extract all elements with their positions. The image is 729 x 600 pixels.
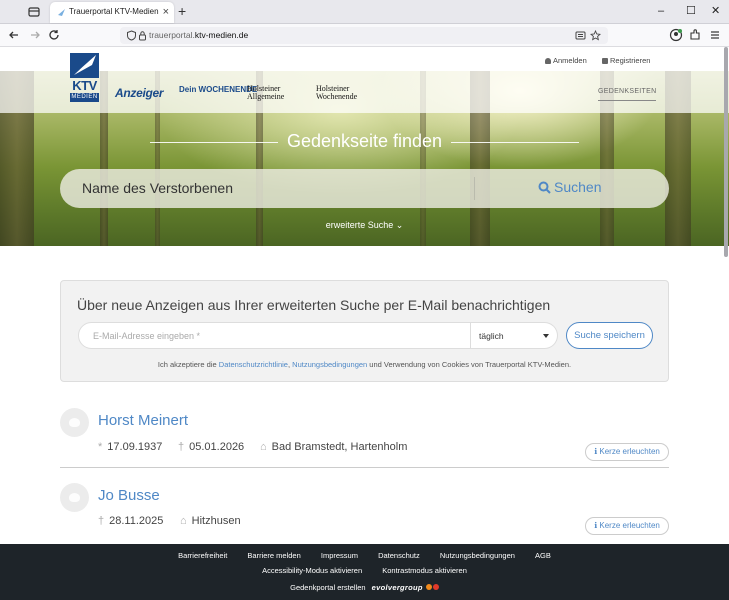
death-date: † 28.11.2025 [98, 515, 164, 527]
home-icon: ⌂ [180, 515, 187, 527]
footer: Barrierefreiheit Barriere melden Impress… [0, 544, 729, 600]
email-field[interactable]: E-Mail-Adresse eingeben * [78, 322, 471, 349]
paper-logo-anzeiger[interactable]: Anzeiger [115, 86, 164, 100]
nav-gedenkseiten[interactable]: GEDENKSEITEN [598, 88, 657, 101]
favicon-icon [58, 9, 65, 16]
page: Anmelden Registrieren KTV MEDIEN Anzeige… [0, 47, 729, 600]
light-candle-button[interactable]: ℹ Kerze erleuchten [585, 443, 669, 461]
footer-link-barrierefreiheit[interactable]: Barrierefreiheit [178, 551, 227, 560]
topbar: Anmelden Registrieren [0, 47, 729, 71]
avatar[interactable] [60, 408, 89, 437]
birth-date: * 17.09.1937 [98, 441, 163, 453]
name-search-bar[interactable]: Name des Verstorbenen Suchen [60, 169, 669, 208]
footer-link-agb[interactable]: AGB [535, 551, 551, 560]
frequency-select[interactable]: täglich [471, 322, 558, 349]
footer-link-nutzungsbedingungen[interactable]: Nutzungsbedingungen [440, 551, 515, 560]
reload-icon[interactable] [47, 28, 61, 42]
place: ⌂ Hitzhusen [180, 515, 241, 527]
browser-tab[interactable]: Trauerportal KTV-Medien × [50, 2, 174, 23]
footer-credit: Gedenkportal erstellen evolvergroup [0, 583, 729, 592]
result-name[interactable]: Horst Meinert [98, 412, 188, 429]
new-tab-icon[interactable]: + [178, 3, 186, 19]
email-alert-box: Über neue Anzeigen aus Ihrer erweiterten… [60, 280, 669, 382]
browser-navbar: trauerportal.ktv-medien.de [0, 24, 729, 47]
search-button[interactable]: Suchen [538, 179, 601, 199]
forward-icon[interactable] [28, 28, 42, 42]
cross-icon: † [178, 441, 185, 453]
paper-logo-holsteiner-allgemeine[interactable]: Holsteiner Allgemeine [247, 85, 305, 101]
register-link[interactable]: Registrieren [602, 56, 650, 65]
save-search-button[interactable]: Suche speichern [566, 322, 653, 349]
reader-icon[interactable] [575, 30, 586, 41]
consent-text: Ich akzeptiere die Datenschutzrichtlinie… [157, 360, 572, 369]
alert-title: Über neue Anzeigen aus Ihrer erweiterten… [77, 297, 551, 313]
light-candle-button[interactable]: ℹ Kerze erleuchten [585, 517, 669, 535]
tab-title: Trauerportal KTV-Medien [69, 7, 159, 16]
ktv-logo[interactable]: KTV MEDIEN [70, 53, 99, 103]
star-icon[interactable] [590, 30, 601, 41]
caret-down-icon [543, 334, 549, 338]
footer-accessibility-links: Accessibility-Modus aktivieren Kontrastm… [0, 566, 729, 575]
browser-tabbar: Trauerportal KTV-Medien × + – ☐ ✕ [0, 0, 729, 24]
lock-icon[interactable] [137, 30, 148, 41]
star-birth-icon: * [98, 441, 103, 453]
result-name[interactable]: Jo Busse [98, 487, 160, 504]
contrast-mode-link[interactable]: Kontrastmodus aktivieren [382, 566, 467, 575]
advanced-search-link[interactable]: erweiterte Suche ⌄ [0, 220, 729, 231]
footer-link-barriere-melden[interactable]: Barriere melden [247, 551, 300, 560]
close-window-icon[interactable]: ✕ [711, 4, 720, 18]
maximize-icon[interactable]: ☐ [686, 4, 696, 18]
url-bar[interactable]: trauerportal.ktv-medien.de [120, 27, 608, 44]
avatar[interactable] [60, 483, 89, 512]
url-text: trauerportal.ktv-medien.de [149, 30, 249, 40]
evolver-logo[interactable]: evolvergroup [372, 583, 423, 592]
account-icon[interactable] [669, 28, 683, 42]
chevron-down-icon: ⌄ [395, 220, 404, 230]
close-tab-icon[interactable]: × [163, 5, 169, 19]
paper-logo-holsteiner-wochenende[interactable]: Holsteiner Wochenende [316, 85, 374, 101]
place: ⌂ Bad Bramstedt, Hartenholm [260, 441, 408, 453]
extensions-icon[interactable] [688, 28, 702, 42]
shield-icon[interactable] [126, 30, 137, 41]
login-link[interactable]: Anmelden [545, 56, 587, 65]
terms-link[interactable]: Nutzungsbedingungen [292, 360, 367, 369]
accessibility-mode-link[interactable]: Accessibility-Modus aktivieren [262, 566, 362, 575]
menu-icon[interactable] [708, 28, 722, 42]
check-icon [602, 57, 608, 64]
person-icon [545, 57, 551, 64]
hero-title: Gedenkseite finden [286, 131, 443, 151]
footer-links: Barrierefreiheit Barriere melden Impress… [0, 551, 729, 560]
cross-icon: † [98, 515, 105, 527]
search-input[interactable]: Name des Verstorbenen [82, 180, 233, 196]
search-icon [538, 181, 551, 194]
divider [60, 467, 669, 468]
page-scrollbar[interactable] [724, 47, 728, 257]
footer-link-datenschutz[interactable]: Datenschutz [378, 551, 420, 560]
paper-logo-wochenende[interactable]: Dein WOCHENENDE [179, 86, 257, 94]
privacy-link[interactable]: Datenschutzrichtlinie [219, 360, 288, 369]
tab-list-icon[interactable] [28, 6, 40, 18]
home-icon: ⌂ [260, 441, 267, 453]
footer-link-impressum[interactable]: Impressum [321, 551, 358, 560]
death-date: † 05.01.2026 [178, 441, 245, 453]
back-icon[interactable] [7, 28, 21, 42]
minimize-icon[interactable]: – [658, 4, 664, 18]
